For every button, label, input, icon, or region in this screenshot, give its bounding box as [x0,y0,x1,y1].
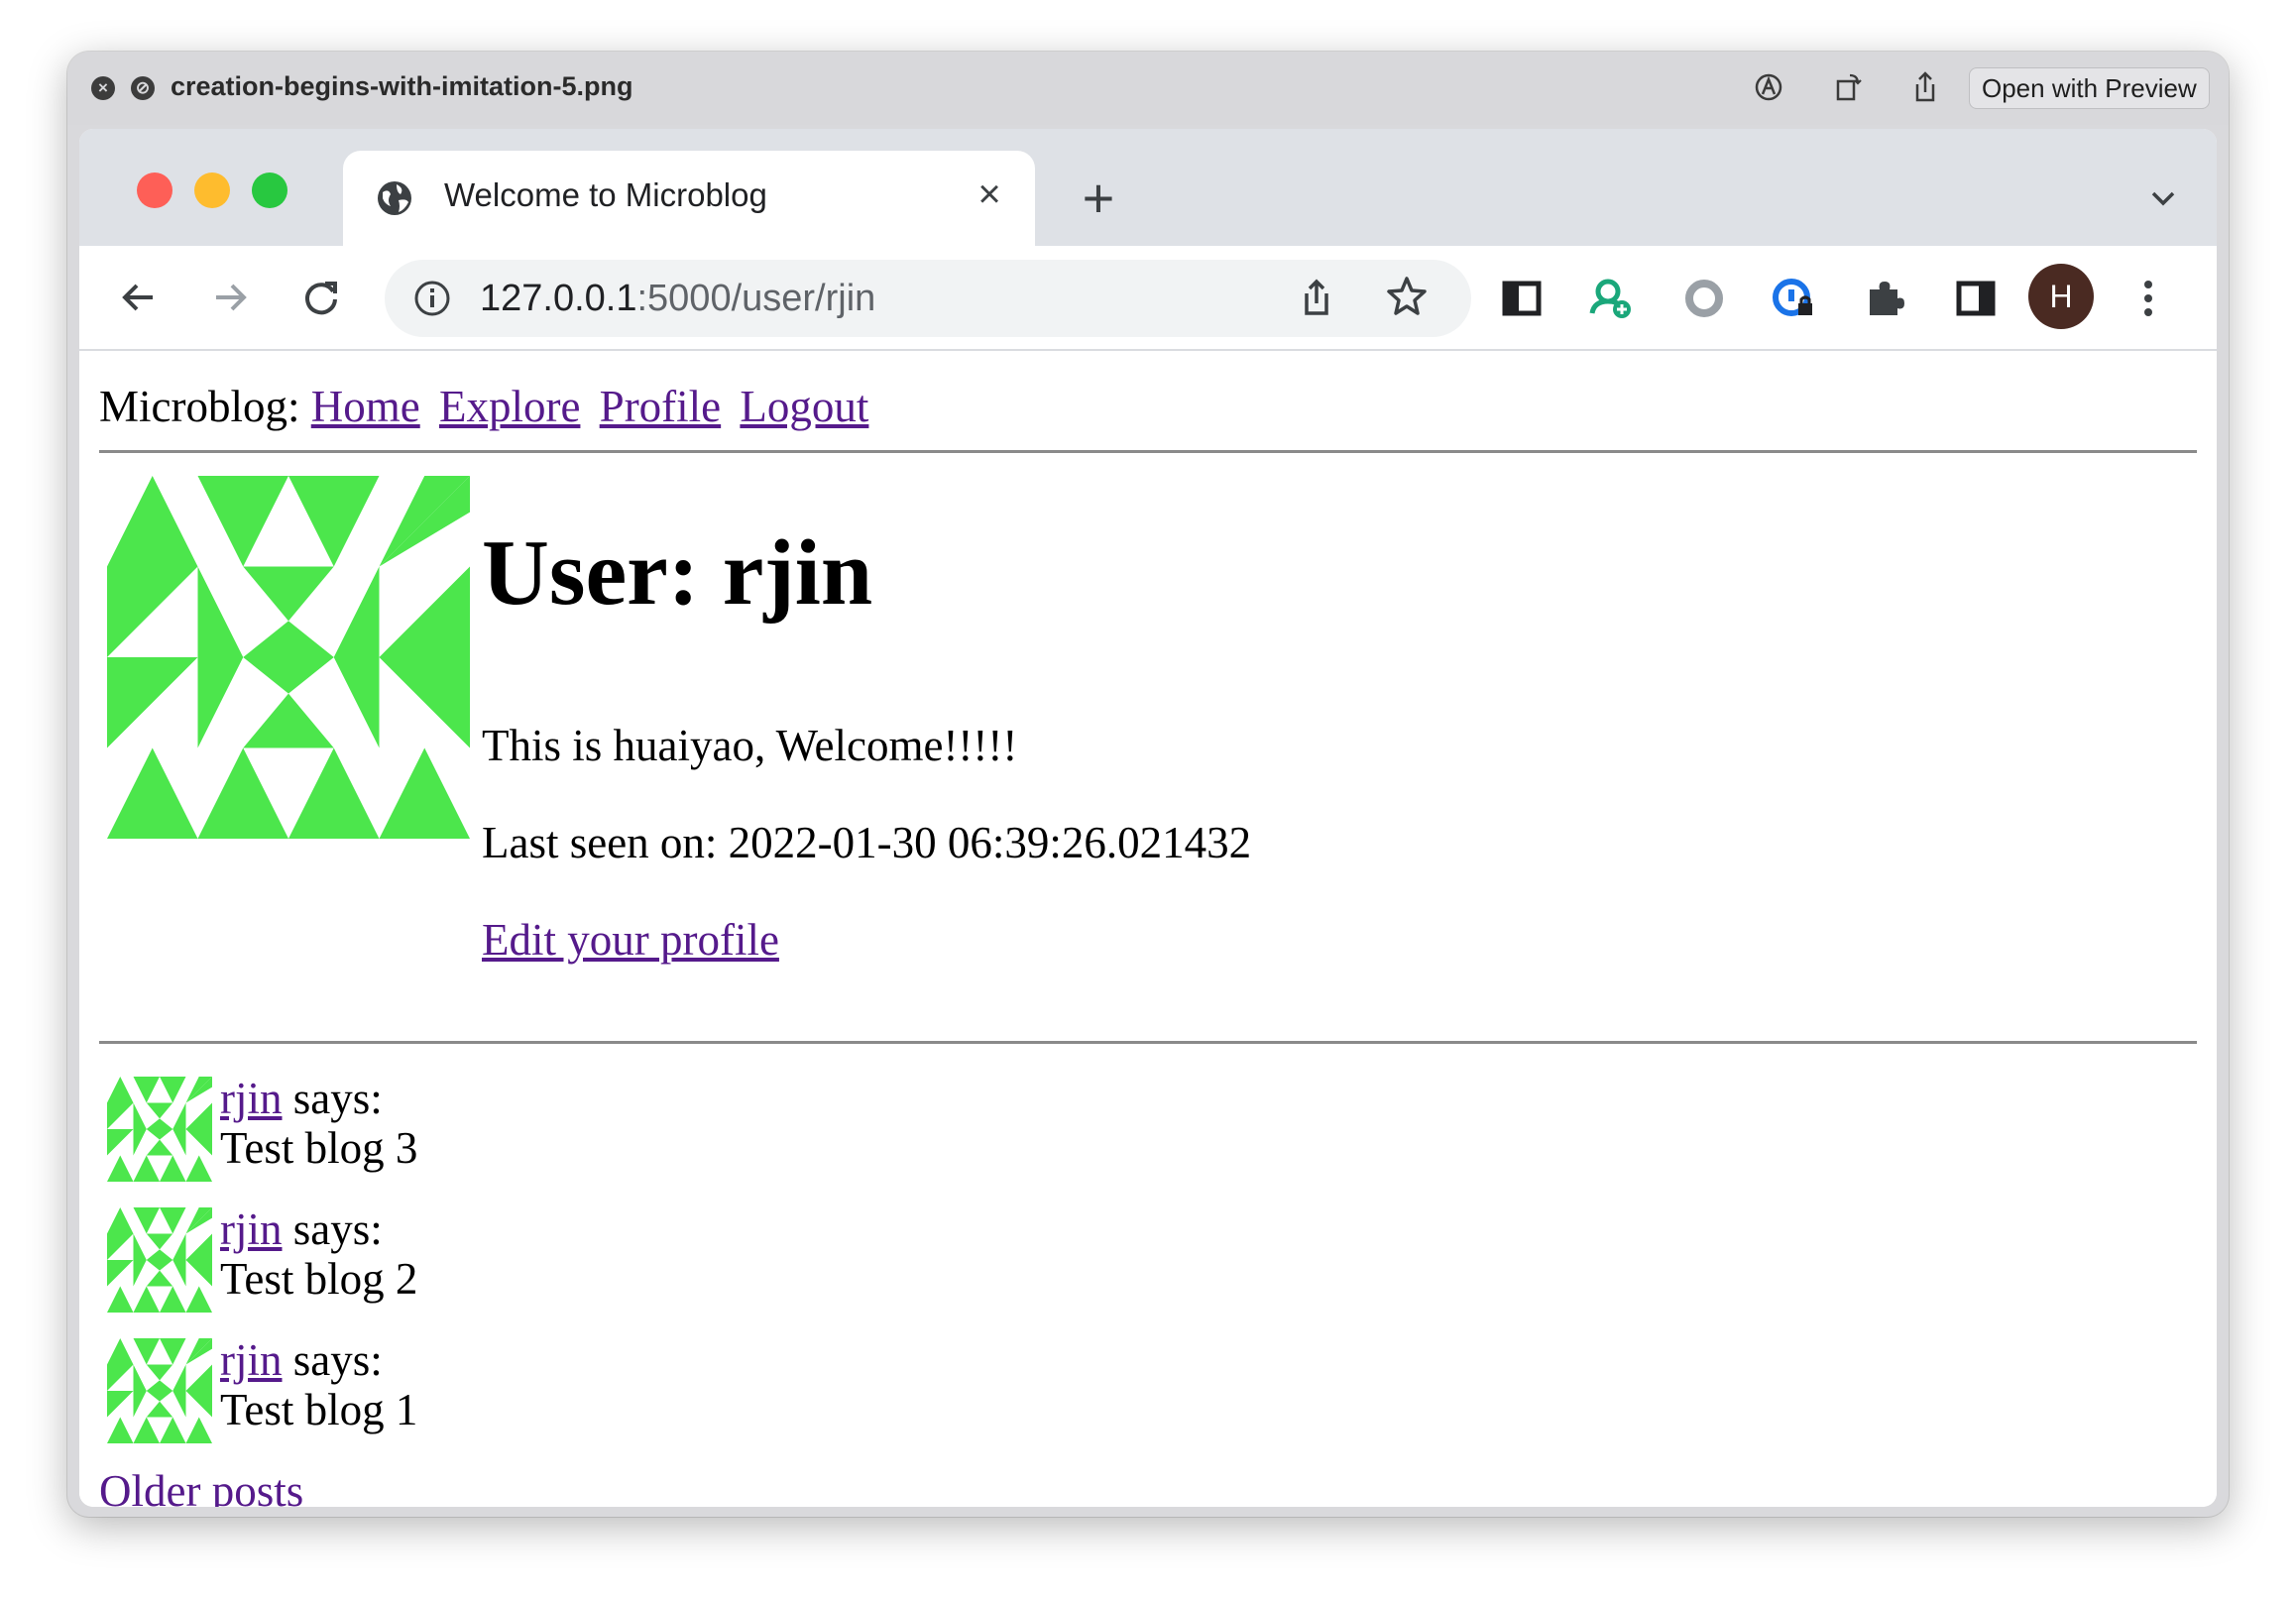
reload-icon[interactable] [293,270,349,325]
password-lock-icon[interactable] [1767,272,1820,325]
tab-microblog[interactable]: Welcome to Microblog × [343,151,1035,246]
more-menu-icon[interactable] [2122,272,2175,325]
post-author-link[interactable]: rjin [220,1074,283,1123]
quick-look-window: × ⊘ creation-begins-with-imitation-5.png… [67,52,2229,1517]
post-header: rjin says: [220,1334,383,1386]
bookmark-star-icon[interactable] [1384,274,1430,319]
post-author-link[interactable]: rjin [220,1204,283,1254]
forward-arrow-icon[interactable] [202,270,258,325]
browser-toolbar: 127.0.0.1:5000/user/rjin H [79,246,2217,351]
browser-window: Welcome to Microblog × + 127.0.0.1:5000/… [79,129,2217,1507]
nav-link-profile[interactable]: Profile [600,382,721,431]
post-header: rjin says: [220,1073,383,1124]
close-icon[interactable]: × [91,76,115,100]
extension-ring-icon[interactable] [1677,272,1731,325]
post-header: rjin says: [220,1203,383,1255]
nav-link-explore[interactable]: Explore [439,382,580,431]
share-icon[interactable] [1905,67,1945,107]
fullscreen-icon[interactable]: ⊘ [131,76,155,100]
page-content: Microblog: Home Explore Profile Logout U… [79,353,2217,1507]
window-close-button[interactable] [137,172,172,208]
side-panel-icon[interactable] [1949,272,2003,325]
about-me-text: This is huaiyao, Welcome!!!!! [482,721,1018,770]
brand-label: Microblog: [99,382,300,431]
post-item: rjin says: Test blog 1 [107,1334,900,1443]
globe-icon [378,181,411,215]
info-icon[interactable] [412,279,452,318]
post-author-avatar [107,1077,212,1182]
says-label: says: [282,1074,383,1123]
quick-look-titlebar: × ⊘ creation-begins-with-imitation-5.png… [67,52,2229,125]
post-body: Test blog 3 [220,1123,418,1173]
window-zoom-button[interactable] [252,172,287,208]
profile-avatar[interactable]: H [2028,264,2094,329]
nav-link-logout[interactable]: Logout [740,382,868,431]
extension-people-icon[interactable] [1584,272,1638,325]
post-item: rjin says: Test blog 3 [107,1073,900,1182]
url-path: :5000/user/rjin [636,278,876,319]
tab-title: Welcome to Microblog [444,176,767,213]
post-body: Test blog 2 [220,1254,418,1304]
rotate-icon[interactable] [1828,67,1868,107]
edit-profile-link[interactable]: Edit your profile [482,914,779,966]
chevron-down-icon[interactable] [2141,176,2185,220]
tab-strip: Welcome to Microblog × + [79,129,2217,246]
window-minimize-button[interactable] [194,172,230,208]
address-bar[interactable]: 127.0.0.1:5000/user/rjin [385,260,1471,337]
user-avatar [107,476,470,839]
open-with-preview-button[interactable]: Open with Preview [1969,67,2210,109]
divider [99,450,2197,453]
extensions-puzzle-icon[interactable] [1858,272,1911,325]
says-label: says: [282,1204,383,1254]
post-body: Test blog 1 [220,1385,418,1434]
new-tab-button[interactable]: + [1071,171,1126,228]
last-seen-text: Last seen on: 2022-01-30 06:39:26.021432 [482,818,1252,867]
markup-icon[interactable] [1749,67,1788,107]
tab-close-icon[interactable]: × [970,171,1009,218]
url-host: 127.0.0.1 [480,278,637,319]
divider [99,1041,2197,1044]
file-name: creation-begins-with-imitation-5.png [171,71,633,101]
site-navbar: Microblog: Home Explore Profile Logout [99,381,876,432]
post-author-avatar [107,1338,212,1443]
page-title: User: rjin [482,521,873,625]
reading-mode-icon[interactable] [1495,272,1549,325]
share-icon[interactable] [1295,276,1338,319]
nav-link-home[interactable]: Home [311,382,420,431]
post-author-link[interactable]: rjin [220,1335,283,1385]
post-item: rjin says: Test blog 2 [107,1203,900,1313]
post-author-avatar [107,1207,212,1313]
older-posts-link[interactable]: Older posts [99,1465,303,1507]
says-label: says: [282,1335,383,1385]
back-arrow-icon[interactable] [111,270,167,325]
url-text[interactable]: 127.0.0.1:5000/user/rjin [480,278,875,320]
